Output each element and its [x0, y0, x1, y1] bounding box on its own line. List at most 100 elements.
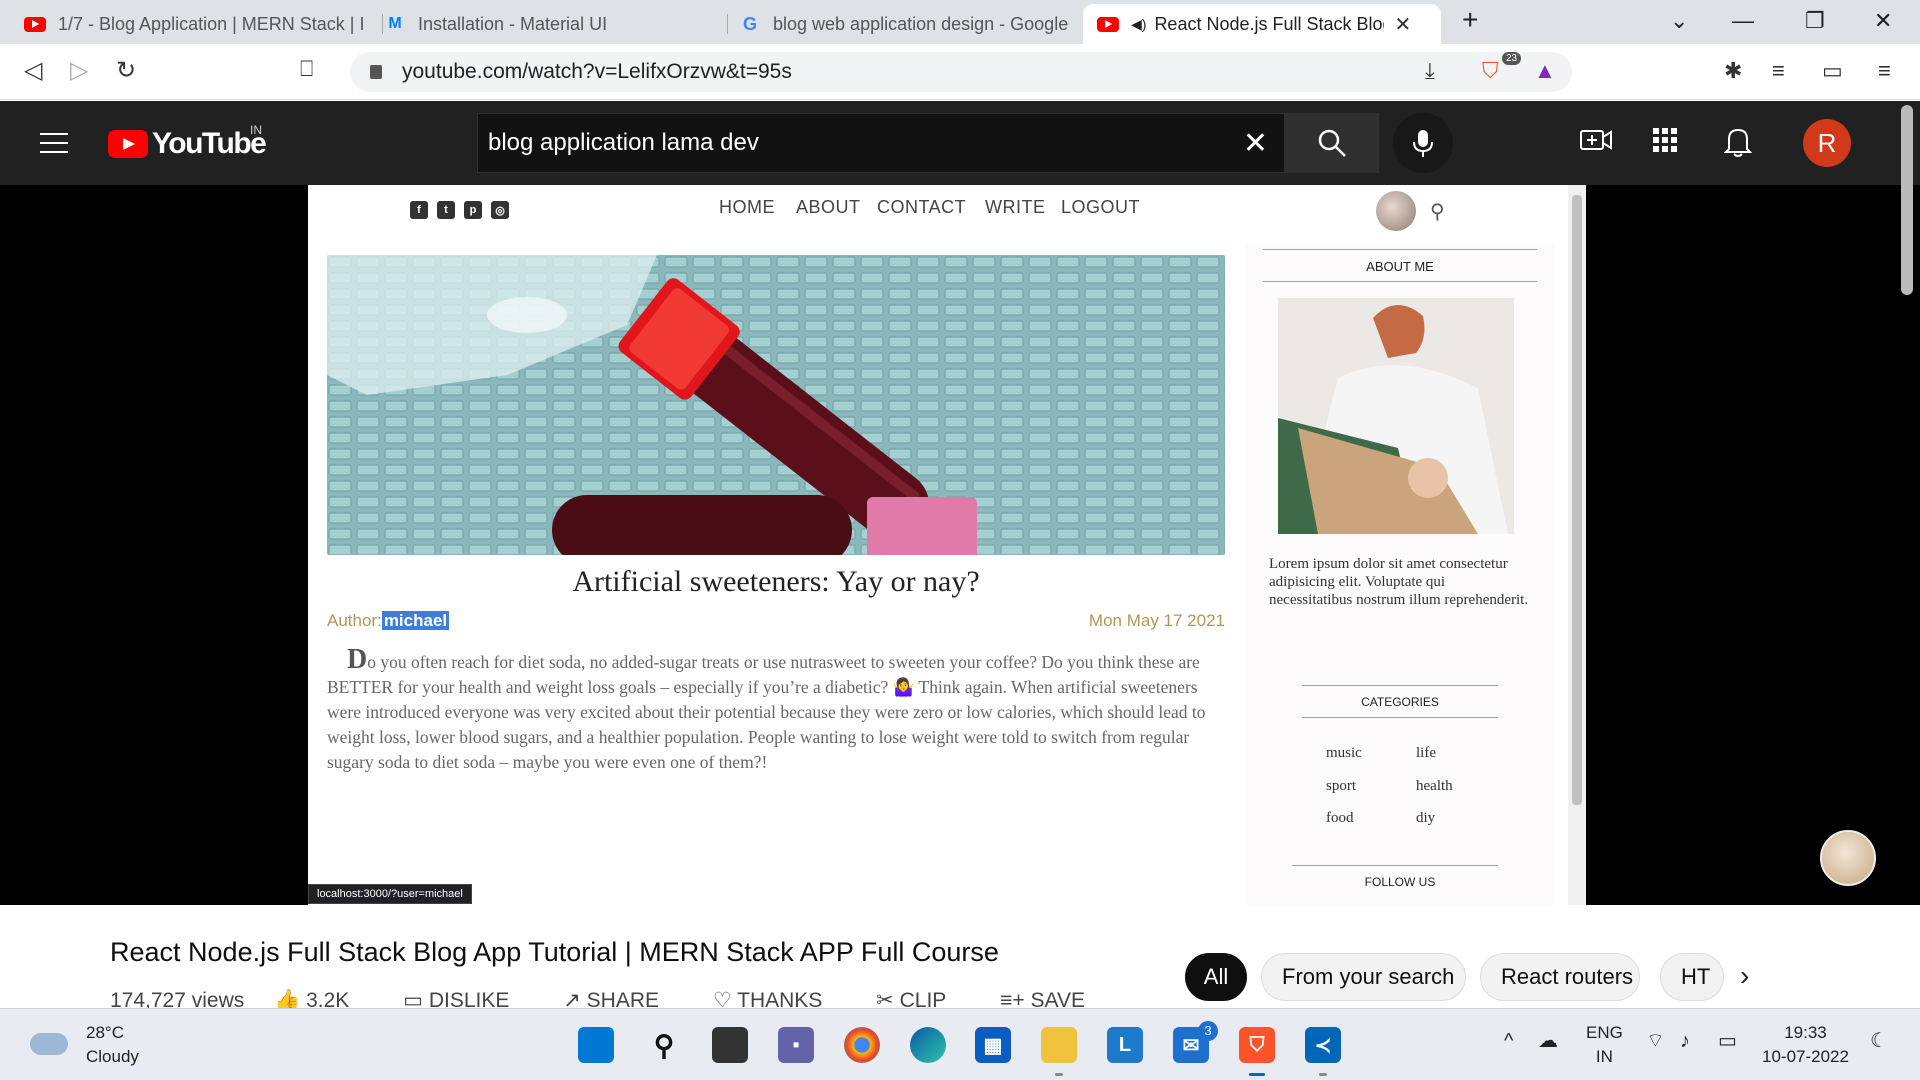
browser-tab-bar: 1/7 - Blog Application | MERN Stack | I … — [0, 0, 1920, 44]
wifi-icon[interactable]: ⌔ — [1646, 1029, 1665, 1053]
post-title: Artificial sweeteners: Yay or nay? — [572, 565, 980, 598]
chip-partial[interactable]: HT — [1660, 953, 1724, 1001]
extensions-icon[interactable]: ✱ — [1724, 58, 1742, 84]
hamburger-menu-icon[interactable] — [40, 133, 68, 153]
chip-react-routers[interactable]: React routers — [1480, 953, 1640, 1001]
video-frame-scrollbar — [1568, 185, 1586, 905]
windows-start-icon[interactable] — [578, 1027, 614, 1063]
language-indicator[interactable]: ENG IN — [1586, 1021, 1623, 1069]
search-input[interactable] — [478, 129, 1198, 157]
blog-nav-write: WRITE — [985, 197, 1046, 217]
url-text: youtube.com/watch?v=LelifxOrzvw&t=95s — [402, 60, 792, 83]
like-count: 3.2K — [306, 989, 350, 1010]
brave-rewards-icon[interactable]: ▲ — [1534, 58, 1556, 84]
battery-icon[interactable]: ▭ — [1718, 1029, 1737, 1053]
category-music: music — [1326, 745, 1362, 761]
categories-title: CATEGORIES — [1361, 695, 1439, 709]
address-bar-row: ◁ ▷ ↻ ⎕ youtube.com/watch?v=LelifxOrzvw&… — [0, 44, 1920, 100]
apps-grid-icon[interactable] — [1652, 127, 1678, 160]
notification-moon-icon[interactable]: ☾ — [1870, 1029, 1888, 1053]
volume-icon[interactable]: ♪ — [1680, 1029, 1690, 1053]
search-icon — [1318, 129, 1346, 157]
create-video-icon[interactable] — [1580, 127, 1612, 160]
post-body-text: o you often reach for diet soda, no adde… — [327, 652, 1206, 772]
blog-sidebar: ABOUT ME Lorem ipsum dolor sit amet cons… — [1245, 243, 1555, 905]
tab-title: Installation - Material UI — [418, 13, 608, 34]
onedrive-cloud-icon[interactable]: ☁ — [1538, 1029, 1558, 1053]
blog-nav-contact: CONTACT — [877, 197, 967, 217]
tab-title: 1/7 - Blog Application | MERN Stack | I — [58, 13, 365, 34]
close-tab-icon[interactable]: ✕ — [1394, 12, 1411, 37]
bookmark-icon[interactable]: ⎕ — [300, 56, 313, 82]
chip-from-your-search[interactable]: From your search — [1261, 953, 1466, 1001]
playlist-icon[interactable]: ≡ — [1772, 58, 1785, 84]
share-button[interactable]: ↗ SHARE — [563, 989, 683, 1010]
page-scrollbar-thumb[interactable] — [1901, 105, 1913, 295]
brave-browser-icon[interactable]: ⛉ — [1239, 1027, 1275, 1063]
store-icon[interactable]: ▦ — [975, 1027, 1011, 1063]
dislike-button[interactable]: ▭ DISLIKE — [403, 989, 533, 1010]
teams-chat-icon[interactable]: ▪ — [778, 1027, 814, 1063]
category-life: life — [1416, 745, 1436, 761]
clip-button[interactable]: ✂ CLIP — [876, 989, 970, 1010]
floating-emoji-avatar — [1820, 830, 1876, 886]
minimize-button[interactable]: — — [1732, 8, 1754, 34]
save-button[interactable]: ≡+ SAVE — [1000, 989, 1109, 1010]
task-view-icon[interactable] — [712, 1027, 748, 1063]
thanks-label: THANKS — [737, 989, 823, 1010]
post-date: Mon May 17 2021 — [1088, 611, 1225, 630]
chips-next-chevron-icon[interactable]: › — [1740, 960, 1749, 992]
tab-blog-application[interactable]: 1/7 - Blog Application | MERN Stack | I — [10, 4, 380, 44]
chrome-icon[interactable] — [844, 1027, 880, 1063]
like-button[interactable]: 👍 3.2K — [274, 989, 373, 1010]
notifications-bell-icon[interactable] — [1723, 127, 1753, 164]
vscode-icon[interactable]: ≺ — [1305, 1027, 1341, 1063]
back-icon[interactable]: ◁ — [24, 56, 42, 85]
weather-condition: Cloudy — [86, 1047, 139, 1066]
mui-icon: M — [388, 15, 402, 32]
search-taskbar-icon[interactable]: ⚲ — [646, 1027, 682, 1063]
tray-overflow-chevron-icon[interactable]: ^ — [1504, 1029, 1513, 1053]
url-field[interactable]: youtube.com/watch?v=LelifxOrzvw&t=95s — [350, 52, 1572, 92]
youtube-logo[interactable]: YouTube IN — [108, 123, 267, 161]
close-window-button[interactable]: ✕ — [1874, 8, 1892, 34]
account-avatar[interactable]: R — [1803, 119, 1851, 167]
install-app-icon[interactable]: ⤓ — [1425, 58, 1435, 84]
category-health: health — [1416, 778, 1453, 794]
new-tab-button[interactable]: + — [1462, 4, 1478, 36]
reload-icon[interactable]: ↻ — [116, 56, 136, 85]
tab-search-chevron-icon[interactable]: ⌄ — [1670, 8, 1688, 34]
thanks-button[interactable]: ♡ THANKS — [713, 989, 846, 1010]
search-button[interactable] — [1285, 113, 1379, 173]
view-count: 174,727 views — [110, 989, 245, 1010]
tab-react-node-active[interactable]: ◀) React Node.js Full Stack Blog A ✕ — [1083, 4, 1441, 44]
about-me-image — [1278, 298, 1514, 534]
tab-google-search[interactable]: G blog web application design - Google — [725, 4, 1083, 44]
screen: 1/7 - Blog Application | MERN Stack | I … — [0, 0, 1920, 1080]
browser-menu-icon[interactable]: ≡ — [1878, 58, 1891, 84]
video-frame-blog-app: f t p ◎ HOME ABOUT CONTACT WRITE LOGOUT … — [308, 185, 1586, 905]
about-me-text: Lorem ipsum dolor sit amet consectetur a… — [1269, 556, 1529, 608]
file-explorer-icon[interactable] — [1041, 1027, 1077, 1063]
author-link: michael — [381, 611, 450, 630]
post-body: Do you often reach for diet soda, no add… — [327, 646, 1227, 775]
brave-shields-icon[interactable]: ⛉ — [1482, 58, 1499, 84]
youtube-wordmark: YouTube — [152, 127, 267, 160]
instagram-icon: ◎ — [491, 201, 509, 219]
restore-button[interactable]: ❐ — [1805, 8, 1825, 34]
blog-user-avatar — [1376, 191, 1416, 231]
weather-widget[interactable]: 28°C Cloudy — [30, 1021, 139, 1069]
wallet-icon[interactable]: ▭ — [1822, 58, 1843, 84]
category-diy: diy — [1416, 810, 1436, 826]
chip-all[interactable]: All — [1185, 953, 1247, 1001]
edge-icon[interactable] — [910, 1027, 946, 1063]
voice-search-button[interactable] — [1393, 113, 1453, 173]
author-label: Author: — [327, 611, 382, 630]
clock[interactable]: 19:33 10-07-2022 — [1762, 1021, 1849, 1069]
tab-material-ui[interactable]: M Installation - Material UI — [370, 4, 725, 44]
l-app-icon[interactable]: L — [1107, 1027, 1143, 1063]
clear-search-icon[interactable]: ✕ — [1243, 126, 1268, 161]
google-icon: G — [742, 13, 757, 34]
clip-label: CLIP — [899, 989, 947, 1010]
forward-icon[interactable]: ▷ — [70, 56, 88, 85]
